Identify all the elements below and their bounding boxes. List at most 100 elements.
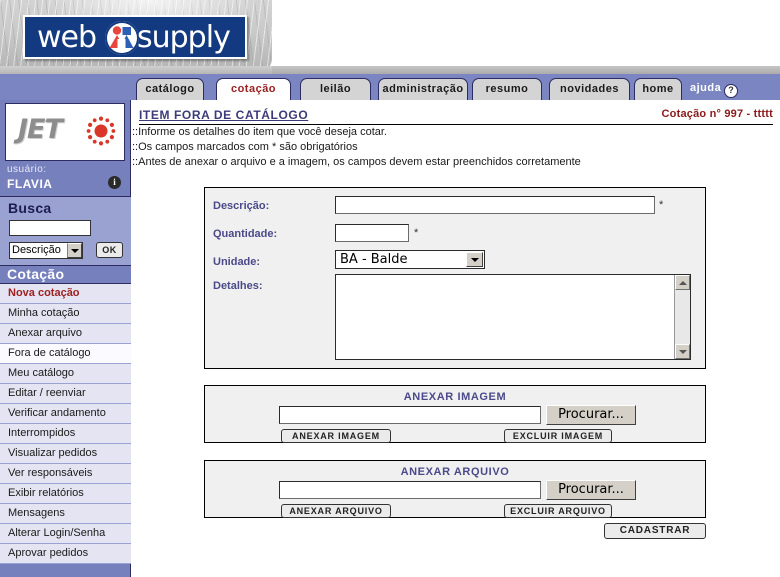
- websupply-logo[interactable]: web supply: [23, 15, 247, 59]
- main-content: ITEM FORA DE CATÁLOGO Cotação n° 997 - t…: [132, 100, 780, 577]
- sidebar-item-ver-responsaveis[interactable]: Ver responsáveis: [0, 464, 131, 484]
- anexar-imagem-title: ANEXAR IMAGEM: [403, 391, 507, 403]
- tab-resumo[interactable]: resumo: [472, 78, 542, 100]
- search-field-value: Descrição: [12, 244, 61, 256]
- logo-text-supply: supply: [137, 20, 231, 55]
- anexar-imagem-panel: ANEXAR IMAGEM Procurar... ANEXAR IMAGEM …: [204, 385, 706, 443]
- detalhes-label: Detalhes:: [213, 280, 263, 292]
- sidebar-item-label: Interrompidos: [8, 427, 76, 439]
- tab-label: administração: [382, 83, 464, 95]
- sidebar-item-label: Nova cotação: [8, 287, 80, 299]
- arquivo-file-input[interactable]: [279, 481, 541, 499]
- tab-novidades[interactable]: novidades: [549, 78, 630, 100]
- cadastrar-button[interactable]: CADASTRAR: [604, 523, 706, 539]
- sidebar-item-label: Ver responsáveis: [8, 467, 93, 479]
- sun-burst-icon: [86, 116, 116, 146]
- sidebar-item-interrompidos[interactable]: Interrompidos: [0, 424, 131, 444]
- tab-cotacao[interactable]: cotação: [216, 78, 291, 100]
- sidebar-item-anexar-arquivo[interactable]: Anexar arquivo: [0, 324, 131, 344]
- chevron-down-icon: [466, 252, 483, 267]
- arquivo-procurar-button[interactable]: Procurar...: [546, 480, 636, 500]
- logo-text-web: web: [37, 20, 97, 55]
- sidebar-item-nova-cotacao[interactable]: Nova cotação: [0, 284, 131, 304]
- tab-label: cotação: [230, 83, 277, 95]
- jet-logo-text: JET: [18, 114, 63, 145]
- tab-leilao[interactable]: leilão: [300, 78, 371, 100]
- textarea-scrollbar[interactable]: [674, 275, 690, 359]
- sidebar-item-visualizar-pedidos[interactable]: Visualizar pedidos: [0, 444, 131, 464]
- sidebar-item-label: Alterar Login/Senha: [8, 527, 106, 539]
- search-panel: Busca Descrição OK: [0, 196, 131, 266]
- note-line-1: ::Informe os detalhes do item que você d…: [132, 126, 387, 138]
- sidebar-item-exibir-relatorios[interactable]: Exibir relatórios: [0, 484, 131, 504]
- search-title: Busca: [8, 200, 52, 216]
- descricao-required-star: *: [659, 199, 664, 211]
- imagem-file-input[interactable]: [279, 406, 541, 424]
- sidebar-item-label: Fora de catálogo: [8, 347, 91, 359]
- sidebar-item-meu-catalogo[interactable]: Meu catálogo: [0, 364, 131, 384]
- banner-background-image: web supply: [0, 0, 272, 74]
- chevron-down-icon: [67, 243, 82, 258]
- note-line-2: ::Os campos marcados com * são obrigatór…: [132, 141, 358, 153]
- unidade-label: Unidade:: [213, 256, 261, 268]
- people-circle-icon: [103, 19, 141, 57]
- left-sidebar: JET usuário: FLAVIA i Busca Descrição OK…: [0, 100, 131, 577]
- sidebar-section-title: Cotação: [0, 266, 131, 284]
- header-divider: [139, 124, 773, 125]
- page-title: ITEM FORA DE CATÁLOGO: [139, 108, 309, 122]
- descricao-input[interactable]: [335, 196, 655, 214]
- question-mark-icon: ?: [724, 84, 739, 98]
- sidebar-item-fora-de-catalogo[interactable]: Fora de catálogo: [0, 344, 131, 364]
- sidebar-item-minha-cotacao[interactable]: Minha cotação: [0, 304, 131, 324]
- search-field-select[interactable]: Descrição: [9, 242, 83, 259]
- tab-label: catálogo: [145, 83, 195, 95]
- sidebar-item-editar-reenviar[interactable]: Editar / reenviar: [0, 384, 131, 404]
- tab-label: novidades: [560, 83, 619, 95]
- quantidade-label: Quantidade:: [213, 228, 278, 240]
- banner-bottom-strip-left: [0, 66, 272, 74]
- unidade-value: BA - Balde: [340, 252, 408, 267]
- sidebar-item-label: Exibir relatórios: [8, 487, 84, 499]
- search-ok-button[interactable]: OK: [96, 242, 123, 258]
- sidebar-item-label: Aprovar pedidos: [8, 547, 89, 559]
- imagem-procurar-button[interactable]: Procurar...: [546, 405, 636, 425]
- excluir-arquivo-button[interactable]: EXCLUIR ARQUIVO: [504, 504, 612, 518]
- tab-home[interactable]: home: [634, 78, 682, 100]
- tab-administracao[interactable]: administração: [378, 78, 468, 100]
- excluir-imagem-button[interactable]: EXCLUIR IMAGEM: [504, 429, 612, 443]
- anexar-arquivo-panel: ANEXAR ARQUIVO Procurar... ANEXAR ARQUIV…: [204, 460, 706, 518]
- sidebar-item-label: Verificar andamento: [8, 407, 106, 419]
- scroll-down-icon[interactable]: [675, 344, 690, 359]
- detalhes-textarea[interactable]: [335, 274, 691, 360]
- jet-logo-box[interactable]: JET: [5, 103, 125, 161]
- sidebar-item-label: Minha cotação: [8, 307, 80, 319]
- tab-catalogo[interactable]: catálogo: [136, 78, 204, 100]
- search-input[interactable]: [9, 220, 91, 236]
- sidebar-item-label: Mensagens: [8, 507, 65, 519]
- sidebar-item-aprovar-pedidos[interactable]: Aprovar pedidos: [0, 544, 131, 564]
- sidebar-item-label: Visualizar pedidos: [8, 447, 98, 459]
- cotacao-number: Cotação n° 997 - ttttt: [661, 108, 773, 120]
- tab-ajuda[interactable]: ajuda?: [686, 78, 770, 100]
- user-name: FLAVIA: [7, 177, 53, 191]
- sidebar-item-mensagens[interactable]: Mensagens: [0, 504, 131, 524]
- tab-label: home: [642, 83, 674, 95]
- unidade-select[interactable]: BA - Balde: [335, 250, 485, 269]
- quantidade-input[interactable]: [335, 224, 409, 242]
- sidebar-item-label: Meu catálogo: [8, 367, 75, 379]
- sidebar-item-alterar-login-senha[interactable]: Alterar Login/Senha: [0, 524, 131, 544]
- tab-label: ajuda: [690, 82, 722, 94]
- anexar-imagem-button[interactable]: ANEXAR IMAGEM: [281, 429, 391, 443]
- info-icon[interactable]: i: [108, 176, 121, 189]
- sidebar-item-label: Editar / reenviar: [8, 387, 86, 399]
- tab-label: leilão: [319, 83, 352, 95]
- sidebar-item-verificar-andamento[interactable]: Verificar andamento: [0, 404, 131, 424]
- anexar-arquivo-button[interactable]: ANEXAR ARQUIVO: [281, 504, 391, 518]
- user-info-block: usuário: FLAVIA i: [0, 164, 131, 196]
- tab-label: resumo: [485, 83, 529, 95]
- sidebar-item-label: Anexar arquivo: [8, 327, 82, 339]
- descricao-label: Descrição:: [213, 200, 270, 212]
- main-navigation-tabs: catálogo cotação leilão administração re…: [0, 74, 780, 174]
- scroll-up-icon[interactable]: [675, 275, 690, 290]
- item-form-panel: Descrição: * Quantidade: * Unidade: BA -…: [204, 187, 706, 369]
